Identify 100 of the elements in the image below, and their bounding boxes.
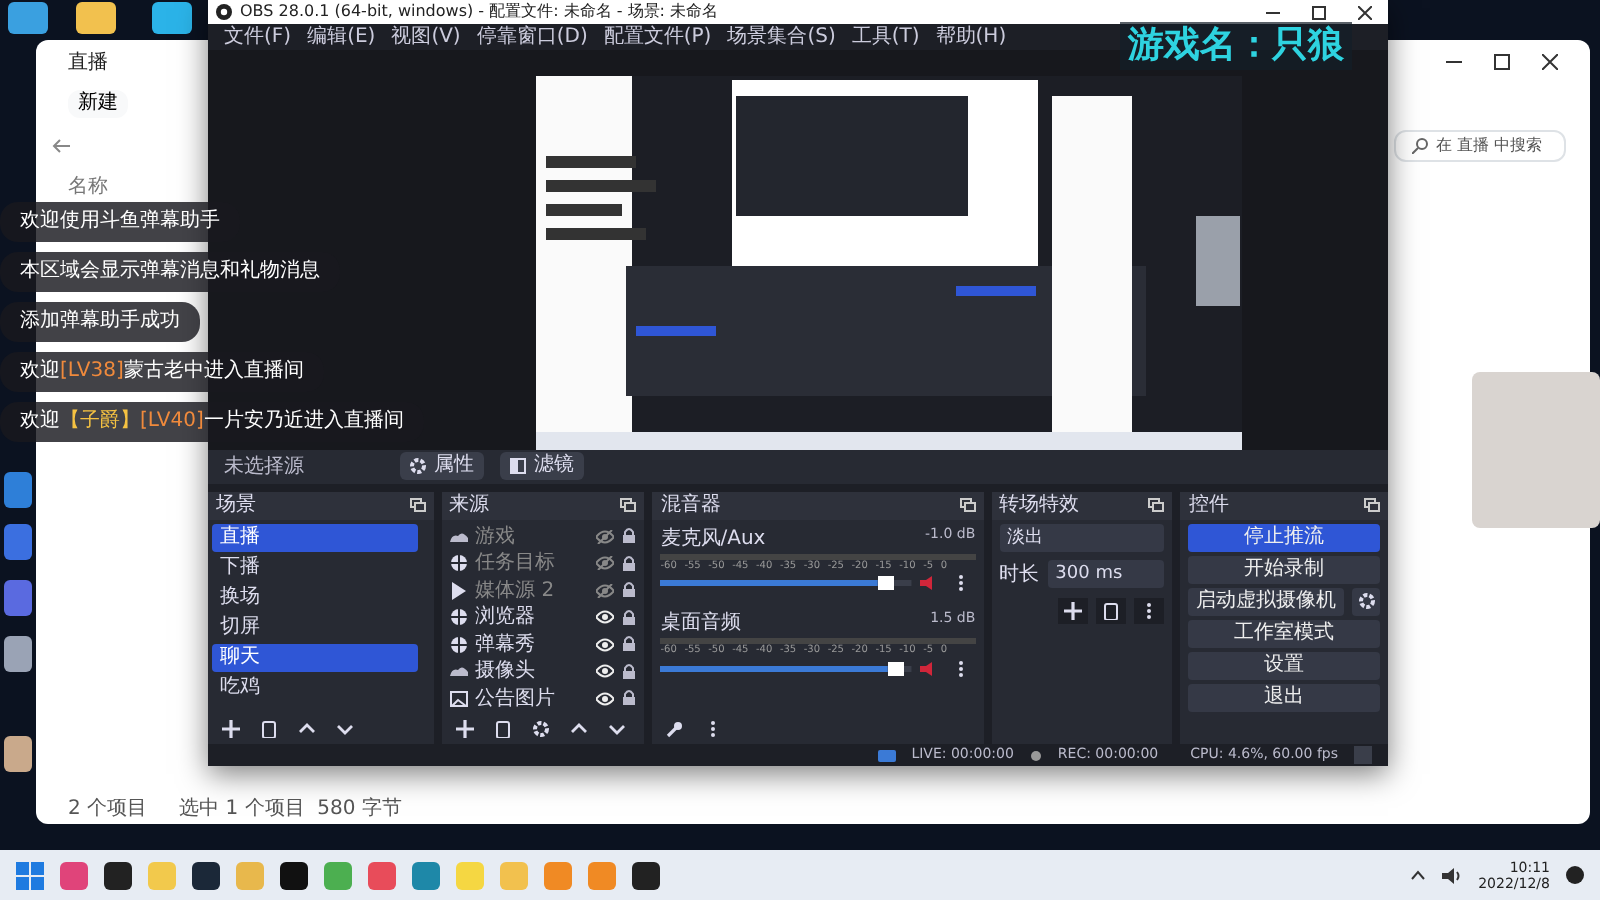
scene-item[interactable]: 吃鸡 — [212, 673, 418, 701]
menu-item[interactable]: 停靠窗口(D) — [476, 24, 588, 50]
filter-icon — [510, 458, 526, 475]
dock-title: 混音器 — [660, 491, 721, 519]
undock-icon[interactable] — [959, 498, 976, 512]
virtual-camera-settings-button[interactable] — [1352, 587, 1380, 615]
source-item[interactable]: 摄像头 — [441, 658, 645, 685]
menu-item[interactable]: 文件(F) — [224, 24, 292, 50]
filters-button[interactable]: 滤镜 — [500, 452, 584, 481]
globe-icon — [449, 608, 468, 627]
menu-item[interactable]: 工具(T) — [851, 24, 920, 50]
dock-title: 来源 — [449, 491, 490, 519]
scene-item[interactable]: 切屏 — [212, 613, 418, 641]
source-item[interactable]: 游戏 — [441, 523, 645, 550]
source-item[interactable]: 任务目标 — [441, 550, 645, 577]
caret-down-icon — [607, 719, 626, 737]
eye-slash-icon[interactable] — [596, 556, 615, 571]
duration-field[interactable]: 300 ms — [1047, 560, 1165, 588]
duration-label: 时长 — [999, 561, 1040, 589]
speaker-icon[interactable] — [1442, 867, 1463, 883]
live-icon — [877, 749, 896, 761]
maximize-icon[interactable] — [1312, 5, 1326, 19]
transition-select[interactable]: 淡出 — [999, 523, 1165, 551]
app-icon[interactable] — [104, 861, 132, 889]
caret-up-icon — [569, 719, 588, 737]
trash-icon — [260, 719, 278, 737]
start-icon[interactable] — [16, 861, 44, 889]
add-button[interactable] — [216, 719, 246, 737]
eye-icon[interactable] — [596, 637, 615, 652]
chevron-up-icon[interactable] — [1410, 870, 1427, 880]
notification-icon[interactable] — [1566, 866, 1584, 884]
caret-up-icon — [298, 719, 316, 737]
source-item[interactable]: 浏览器 — [441, 604, 645, 631]
add-button[interactable] — [1058, 597, 1089, 623]
monitor-icon[interactable] — [8, 2, 48, 34]
status-text: 选中 1 个项目 580 字节 — [179, 798, 402, 822]
control-button[interactable]: 工作室模式 — [1188, 619, 1380, 647]
control-button[interactable]: 停止推流 — [1188, 523, 1380, 551]
trash-icon — [493, 719, 512, 737]
eye-slash-icon[interactable] — [596, 529, 615, 544]
source-item[interactable]: 弹幕秀 — [441, 631, 645, 658]
folder-icon[interactable] — [76, 2, 116, 34]
eye-icon[interactable] — [596, 610, 615, 625]
properties-button[interactable]: 属性 — [400, 452, 484, 481]
plus-icon — [222, 719, 240, 737]
game-title: 游戏名：只狼 — [1120, 22, 1352, 70]
lock-icon[interactable] — [622, 582, 637, 599]
file-icon[interactable] — [4, 736, 32, 772]
eye-icon[interactable] — [596, 691, 615, 706]
scene-item[interactable]: 直播 — [212, 523, 418, 551]
control-button[interactable]: 退出 — [1188, 683, 1380, 711]
globe-icon — [449, 635, 468, 654]
eye-slash-icon[interactable] — [596, 583, 615, 598]
transition-menu-button[interactable] — [1134, 597, 1165, 623]
undock-icon[interactable] — [1148, 498, 1165, 512]
scene-item[interactable]: 聊天 — [212, 643, 418, 671]
menu-item[interactable]: 帮助(H) — [935, 24, 1007, 50]
close-icon[interactable] — [1358, 5, 1372, 19]
undock-icon[interactable] — [620, 498, 637, 512]
back-arrow-icon[interactable] — [52, 138, 72, 154]
control-button[interactable]: 设置 — [1188, 651, 1380, 679]
source-item[interactable]: 媒体源 2 — [441, 577, 645, 604]
menu-item[interactable]: 配置文件(P) — [603, 24, 712, 50]
channel-name: 麦克风/Aux — [660, 525, 766, 553]
channel-name: 桌面音频 — [660, 609, 741, 638]
search-field[interactable]: 在 直播 中搜索 — [1394, 130, 1566, 162]
app-icon[interactable] — [280, 861, 308, 889]
eye-icon[interactable] — [596, 664, 615, 679]
undock-icon[interactable] — [1364, 498, 1380, 512]
control-button[interactable]: 启动虚拟摄像机 — [1188, 587, 1344, 615]
maximize-icon[interactable] — [1494, 54, 1510, 70]
window-title: 直播 — [68, 49, 108, 77]
remove-button[interactable] — [1096, 597, 1127, 623]
new-button[interactable]: 新建 — [68, 90, 128, 118]
lock-icon[interactable] — [622, 528, 637, 545]
menu-item[interactable]: 视图(V) — [391, 24, 461, 50]
window-title: OBS 28.0.1 (64-bit, windows) - 配置文件: 未命名 - 场景: 未命名 — [240, 0, 719, 24]
app-icon[interactable] — [4, 636, 32, 672]
lock-icon[interactable] — [622, 609, 637, 626]
lock-icon[interactable] — [622, 555, 637, 572]
lock-icon[interactable] — [622, 636, 637, 653]
lock-icon[interactable] — [622, 663, 637, 680]
app-icon[interactable] — [632, 861, 660, 889]
app-icon[interactable] — [192, 861, 220, 889]
column-header[interactable]: 名称 — [68, 172, 108, 202]
close-icon[interactable] — [1542, 54, 1558, 70]
menu-item[interactable]: 编辑(E) — [307, 24, 376, 50]
dock-title: 转场特效 — [999, 491, 1080, 519]
scene-item[interactable]: 换场 — [212, 583, 418, 611]
resize-grip[interactable] — [1354, 746, 1372, 764]
menu-item[interactable]: 场景集合(S) — [727, 24, 836, 50]
undock-icon[interactable] — [409, 498, 426, 512]
scene-item[interactable]: 下播 — [212, 553, 418, 581]
gear-icon — [410, 458, 426, 475]
dock-title: 场景 — [216, 491, 256, 519]
source-item[interactable]: 公告图片 — [441, 685, 645, 712]
play-icon — [449, 581, 468, 600]
globe-icon — [449, 554, 468, 573]
lock-icon[interactable] — [622, 690, 637, 707]
control-button[interactable]: 开始录制 — [1188, 555, 1380, 583]
